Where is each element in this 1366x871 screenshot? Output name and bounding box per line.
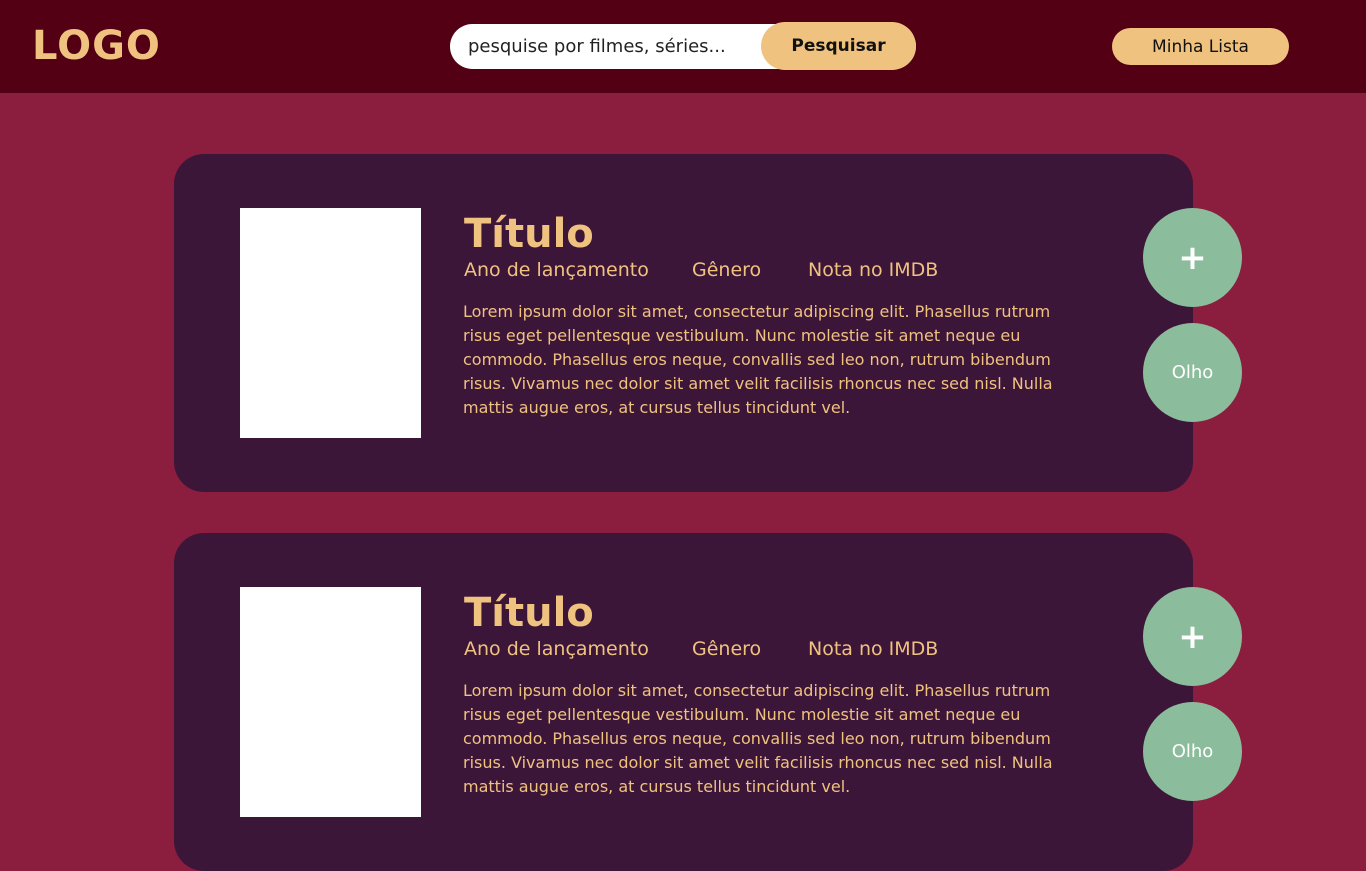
imdb-rating-label: Nota no IMDB — [808, 259, 939, 281]
movie-poster[interactable] — [240, 208, 421, 438]
movie-poster[interactable] — [240, 587, 421, 817]
movie-description: Lorem ipsum dolor sit amet, consectetur … — [463, 681, 1053, 796]
logo[interactable]: LOGO — [32, 22, 161, 70]
movie-card: Título Ano de lançamento Gênero Nota no … — [174, 154, 1242, 492]
genre-label: Gênero — [692, 259, 762, 281]
eye-button[interactable]: Olho — [1143, 323, 1242, 422]
imdb-rating-label: Nota no IMDB — [808, 638, 939, 660]
genre-label: Gênero — [692, 638, 762, 660]
search-bar: Pesquisar — [450, 22, 916, 70]
search-button[interactable]: Pesquisar — [761, 22, 916, 70]
search-input[interactable] — [468, 24, 758, 69]
movie-description: Lorem ipsum dolor sit amet, consectetur … — [463, 302, 1053, 417]
movie-title: Título — [464, 211, 594, 257]
eye-button[interactable]: Olho — [1143, 702, 1242, 801]
top-header: LOGO Pesquisar Minha Lista — [0, 0, 1366, 93]
add-to-list-button[interactable]: + — [1143, 208, 1242, 307]
movie-card: Título Ano de lançamento Gênero Nota no … — [174, 533, 1242, 871]
release-year-label: Ano de lançamento — [464, 638, 649, 660]
my-list-button[interactable]: Minha Lista — [1112, 28, 1289, 65]
add-to-list-button[interactable]: + — [1143, 587, 1242, 686]
release-year-label: Ano de lançamento — [464, 259, 649, 281]
movie-title: Título — [464, 590, 594, 636]
